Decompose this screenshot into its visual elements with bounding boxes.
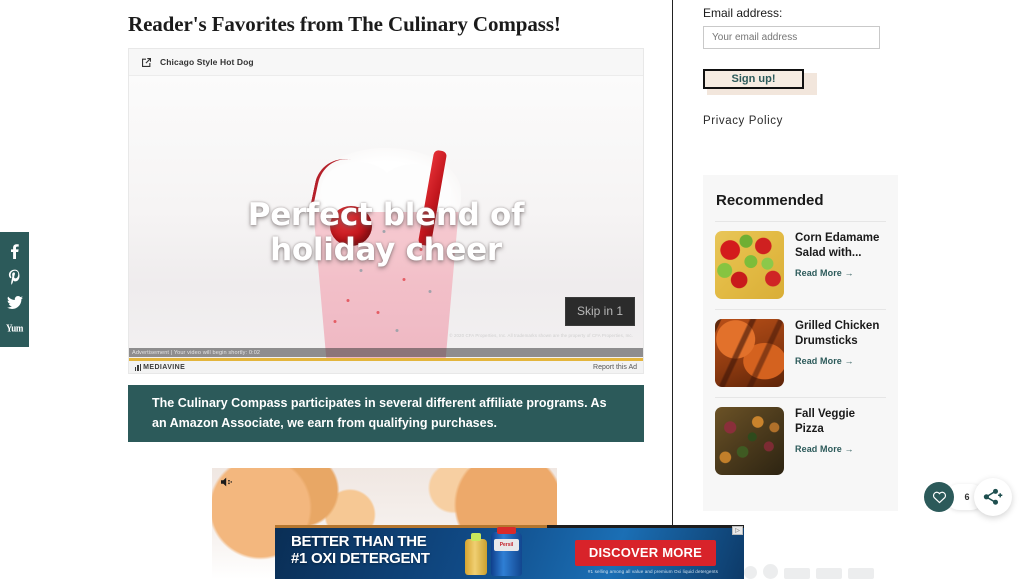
recommended-title: Grilled Chicken Drumsticks [795, 320, 880, 347]
recommended-thumbnail[interactable] [715, 407, 784, 475]
recommended-item[interactable]: Corn Edamame Salad with... Read More → [715, 221, 886, 309]
facebook-icon[interactable] [4, 240, 26, 262]
social-share-rail: Yum [0, 232, 29, 347]
email-input[interactable] [703, 26, 880, 49]
report-this-ad-link[interactable]: Report this Ad [593, 364, 637, 371]
partial-footer-icons [744, 564, 944, 579]
page-title: Reader's Favorites from The Culinary Com… [128, 12, 561, 36]
mute-icon[interactable] [220, 476, 236, 488]
recommended-thumbnail[interactable] [715, 231, 784, 299]
external-link-icon [141, 57, 152, 68]
ad-status-bar: Advertisement | Your video will begin sh… [129, 348, 643, 357]
twitter-icon[interactable] [4, 291, 26, 313]
ad-product-label: Persil [494, 539, 519, 551]
ad-choices-icon[interactable]: ▷ [732, 526, 743, 535]
video-title: Chicago Style Hot Dog [160, 57, 254, 67]
recommended-text: Grilled Chicken Drumsticks Read More → [795, 319, 886, 387]
read-more-link[interactable]: Read More → [795, 268, 886, 278]
ad-product-bottle-primary: Persil [491, 527, 522, 576]
player-footer: MEDIAVINE Report this Ad [129, 361, 643, 373]
floating-share-widget: 6 [924, 478, 1012, 516]
cherry-art [330, 206, 372, 246]
recommended-text: Corn Edamame Salad with... Read More → [795, 231, 886, 299]
ad-headline: BETTER THAN THE #1 OXI DETERGENT [291, 533, 430, 568]
recommended-heading: Recommended [716, 192, 824, 209]
recommended-item[interactable]: Grilled Chicken Drumsticks Read More → [715, 309, 886, 397]
read-more-link[interactable]: Read More → [795, 444, 886, 454]
read-more-link[interactable]: Read More → [795, 356, 886, 366]
ad-headline-line-1: BETTER THAN THE [291, 533, 427, 550]
recommended-panel: Recommended Corn Edamame Salad with... Re… [703, 175, 898, 511]
skip-ad-button[interactable]: Skip in 1 [564, 297, 635, 326]
mediavine-label: MEDIAVINE [143, 364, 186, 371]
share-button[interactable] [974, 478, 1012, 516]
yummly-icon[interactable]: Yum [4, 317, 26, 339]
recommended-item[interactable]: Fall Veggie Pizza Read More → [715, 397, 886, 485]
signup-button[interactable]: Sign up! [703, 69, 804, 89]
recommended-list: Corn Edamame Salad with... Read More → Gri… [703, 221, 898, 485]
mediavine-bars-icon [135, 364, 142, 371]
page-root: Yum Reader's Favorites from The Culinary… [0, 0, 1024, 579]
bottom-ad-banner[interactable]: ▷ BETTER THAN THE #1 OXI DETERGENT Persi… [275, 525, 744, 579]
milkshake-cup-art [313, 212, 459, 362]
video-player[interactable]: Chicago Style Hot Dog Perfect blend of h… [128, 48, 644, 374]
ad-cta-button[interactable]: DISCOVER MORE [574, 540, 716, 566]
recommended-text: Fall Veggie Pizza Read More → [795, 407, 886, 475]
ad-product-bottle-secondary [465, 533, 487, 575]
recommended-thumbnail[interactable] [715, 319, 784, 387]
recommended-title: Fall Veggie Pizza [795, 408, 856, 435]
email-field-label: Email address: [703, 6, 783, 20]
ad-fine-print: #1 selling among all value and premium O… [587, 569, 718, 574]
sidebar: Email address: Sign up! Privacy Policy [703, 0, 898, 127]
yummly-label: Yum [6, 321, 23, 334]
signup-button-wrap: Sign up! [703, 69, 817, 95]
affiliate-disclosure-box: The Culinary Compass participates in sev… [128, 385, 644, 442]
recommended-title: Corn Edamame Salad with... [795, 232, 880, 259]
ad-headline-line-2: #1 OXI DETERGENT [291, 549, 430, 567]
mediavine-logo: MEDIAVINE [135, 364, 185, 371]
video-stage[interactable]: Perfect blend of holiday cheer Skip in 1… [129, 76, 643, 373]
ad-status-text: Advertisement | Your video will begin sh… [132, 349, 261, 356]
pinterest-icon[interactable] [4, 266, 26, 288]
main-column: Reader's Favorites from The Culinary Com… [128, 0, 644, 37]
favorite-heart-button[interactable] [924, 482, 954, 512]
privacy-policy-link[interactable]: Privacy Policy [703, 115, 898, 127]
video-player-header: Chicago Style Hot Dog [129, 49, 643, 76]
ad-legal-text: © 2020 CFA Properties, Inc. All trademar… [449, 333, 633, 338]
sidebar-divider [672, 0, 673, 579]
affiliate-disclosure-text: The Culinary Compass participates in sev… [152, 396, 607, 430]
